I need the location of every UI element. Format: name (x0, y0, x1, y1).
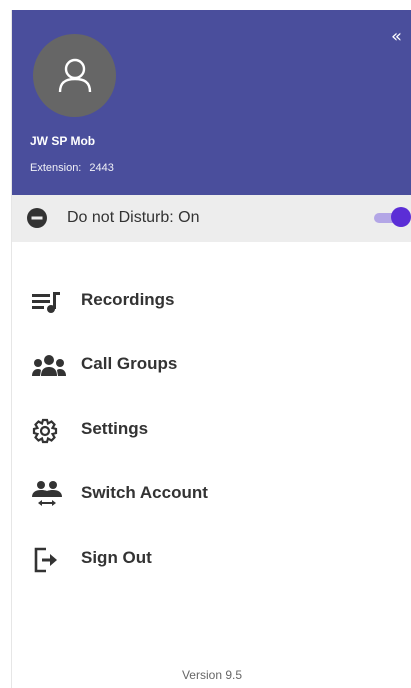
navigation-drawer: « JW SP Mob Extension: 2443 Do not Distur… (11, 10, 411, 688)
call-groups-icon (32, 355, 66, 376)
do-not-disturb-state: On (178, 209, 200, 226)
menu-item-switch-account[interactable]: Switch Account (12, 469, 411, 517)
menu-item-label: Switch Account (81, 483, 208, 502)
menu-item-label: Call Groups (81, 354, 178, 373)
collapse-icon[interactable]: « (391, 28, 402, 46)
version-label: Version 9.5 (181, 668, 243, 682)
do-not-disturb-row: Do not Disturb: On (12, 195, 411, 242)
toggle-thumb (391, 207, 411, 227)
menu-item-sign-out[interactable]: Sign Out (12, 534, 411, 582)
user-icon (58, 58, 91, 92)
do-not-disturb-toggle[interactable] (374, 207, 411, 229)
extension-value: 2443 (89, 162, 114, 174)
menu-item-label: Settings (81, 419, 149, 438)
menu-item-label: Recordings (81, 290, 175, 309)
menu-item-settings[interactable]: Settings (12, 405, 411, 453)
menu-item-recordings[interactable]: Recordings (12, 276, 411, 324)
avatar (33, 34, 116, 117)
do-not-disturb-icon (27, 208, 47, 228)
menu-item-label: Sign Out (81, 548, 152, 567)
extension-label: Extension: (30, 162, 82, 174)
user-name: JW SP Mob (30, 134, 96, 148)
switch-account-icon (32, 481, 62, 506)
menu-item-call-groups[interactable]: Call Groups (12, 340, 411, 388)
sign-out-icon (34, 547, 57, 573)
profile-header: « JW SP Mob Extension: 2443 (12, 10, 411, 195)
do-not-disturb-text: Do not Disturb: (67, 209, 174, 226)
extension-info: Extension: 2443 (30, 162, 114, 174)
gear-icon (32, 418, 58, 444)
recordings-icon (32, 292, 60, 313)
do-not-disturb-label: Do not Disturb: On (67, 209, 200, 227)
